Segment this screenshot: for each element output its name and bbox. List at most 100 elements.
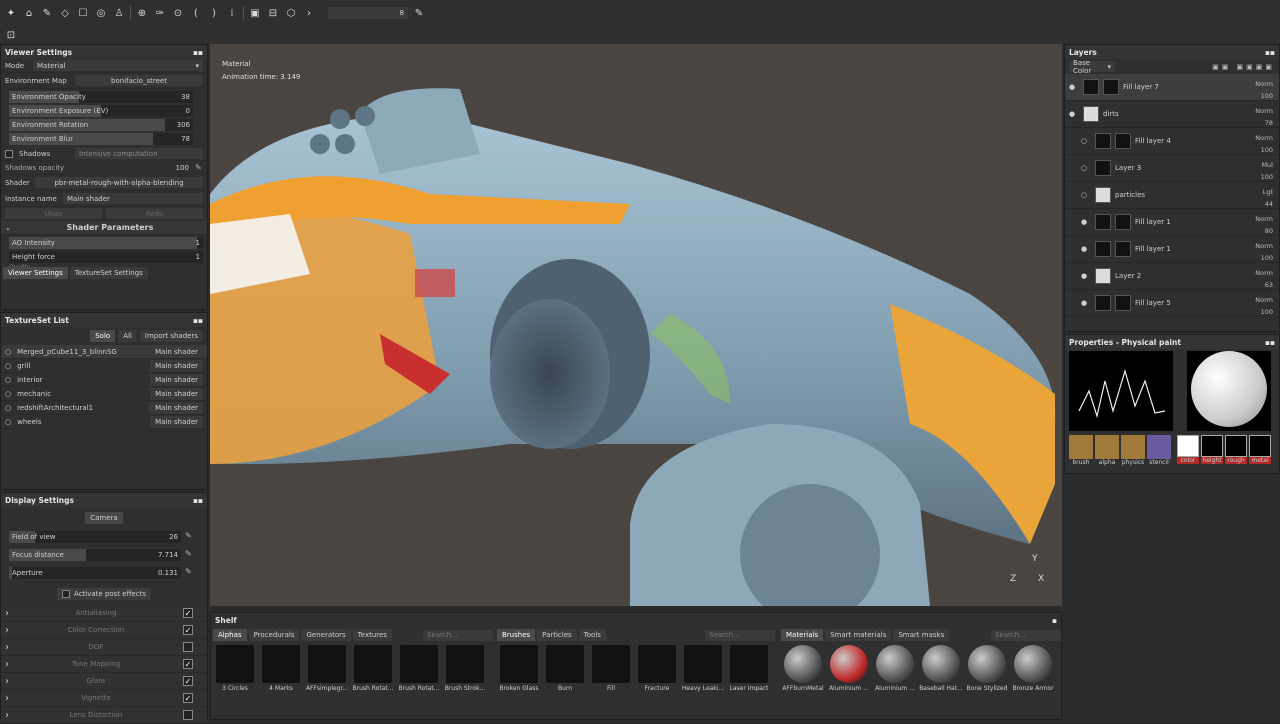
shelf-tab[interactable]: Alphas bbox=[213, 629, 247, 641]
shadows-field[interactable]: Intensive computation bbox=[75, 148, 203, 159]
shelf-item[interactable]: Broken Glass bbox=[497, 645, 541, 692]
eye-icon[interactable]: ○ bbox=[1081, 137, 1091, 145]
grid-icon[interactable]: ⁞ bbox=[225, 6, 239, 20]
effect-row[interactable]: › Lens Distortion bbox=[1, 707, 207, 724]
shader-assign[interactable]: Main shader bbox=[150, 415, 203, 428]
shelf-tab[interactable]: Smart materials bbox=[825, 629, 892, 641]
layer-row[interactable]: ● Fill layer 1 Norm 80 bbox=[1065, 209, 1279, 236]
channel-dropdown[interactable]: Base Color ▾ bbox=[1069, 59, 1115, 75]
camera-button[interactable]: Camera bbox=[85, 512, 123, 524]
close-icon[interactable]: ▪▪ bbox=[1265, 48, 1275, 57]
layer-row[interactable]: ● Fill layer 1 Norm 100 bbox=[1065, 236, 1279, 263]
edit-icon[interactable]: ✎ bbox=[185, 532, 193, 540]
close-icon[interactable]: ▪▪ bbox=[193, 316, 203, 325]
effect-row[interactable]: › DOF bbox=[1, 639, 207, 656]
close-icon[interactable]: ▪▪ bbox=[1265, 338, 1275, 347]
channel-slot[interactable]: rough bbox=[1225, 435, 1247, 464]
property-slot[interactable]: stencil bbox=[1147, 435, 1171, 466]
symmetry-icon[interactable]: ⊙ bbox=[171, 6, 185, 20]
display-slider[interactable]: Field of view 26 bbox=[9, 531, 181, 543]
property-slot[interactable]: brush bbox=[1069, 435, 1093, 466]
shelf-tab[interactable]: Procedurals bbox=[248, 629, 300, 641]
bracket-right-icon[interactable]: ) bbox=[207, 6, 221, 20]
search-input[interactable]: Search... bbox=[991, 629, 1061, 641]
bracket-left-icon[interactable]: ( bbox=[189, 6, 203, 20]
shader-field[interactable]: pbr-metal-rough-with-alpha-blending bbox=[35, 177, 203, 188]
shader-assign[interactable]: Main shader bbox=[150, 401, 203, 414]
layer-row[interactable]: ● Layer 2 Norm 63 bbox=[1065, 263, 1279, 290]
layer-row[interactable]: ○ Fill layer 4 Norm 100 bbox=[1065, 128, 1279, 155]
shader-assign[interactable]: Main shader bbox=[150, 387, 203, 400]
blend-mode[interactable]: Norm bbox=[1255, 267, 1273, 279]
effect-checkbox[interactable]: ✓ bbox=[183, 659, 193, 669]
cube-icon[interactable]: ⬡ bbox=[284, 6, 298, 20]
shelf-item[interactable]: Fill bbox=[589, 645, 633, 692]
effect-checkbox[interactable] bbox=[183, 710, 193, 720]
eye-icon[interactable]: ● bbox=[1081, 272, 1091, 280]
radio-icon[interactable]: ○ bbox=[5, 418, 11, 426]
env-map-field[interactable]: bonifacio_street bbox=[75, 75, 203, 86]
smudge-icon[interactable]: ☐ bbox=[76, 6, 90, 20]
radio-icon[interactable]: ○ bbox=[5, 348, 11, 356]
redo-button[interactable]: Redo bbox=[106, 208, 203, 219]
eye-icon[interactable]: ○ bbox=[1081, 164, 1091, 172]
close-icon[interactable]: ▪▪ bbox=[193, 496, 203, 505]
textureset-item[interactable]: ○ wheels Main shader bbox=[1, 415, 207, 429]
shadows-checkbox[interactable] bbox=[5, 149, 13, 158]
layer-actions-icons[interactable]: ▣▣ ▣▣▣▣ bbox=[1212, 63, 1275, 71]
property-slot[interactable]: physics bbox=[1121, 435, 1145, 466]
shelf-item[interactable]: Aluminium ... bbox=[827, 645, 871, 692]
shelf-tab[interactable]: Tools bbox=[578, 629, 606, 641]
shelf-tab[interactable]: Particles bbox=[537, 629, 577, 641]
shelf-item[interactable]: Heavy Leaki... bbox=[681, 645, 725, 692]
polygon-fill-icon[interactable]: ◇ bbox=[58, 6, 72, 20]
shelf-item[interactable]: Aluminium ... bbox=[873, 645, 917, 692]
shader-assign[interactable]: Main shader bbox=[150, 359, 203, 372]
display-slider[interactable]: Focus distance 7.714 bbox=[9, 549, 181, 561]
shelf-item[interactable]: Brush Rotat... bbox=[397, 645, 441, 692]
clone-icon[interactable]: ◎ bbox=[94, 6, 108, 20]
eye-icon[interactable]: ● bbox=[1069, 83, 1079, 91]
camera-icon[interactable]: ▣ bbox=[248, 6, 262, 20]
radio-icon[interactable]: ○ bbox=[5, 390, 11, 398]
textureset-item[interactable]: ○ grill Main shader bbox=[1, 359, 207, 373]
layer-row[interactable]: ○ Layer 3 Mul 100 bbox=[1065, 155, 1279, 182]
shelf-item[interactable]: Baseball Hat... bbox=[919, 645, 963, 692]
3d-viewport[interactable]: Material Animation time: 3.149 Y Z X bbox=[210, 44, 1062, 606]
shelf-tab[interactable]: Generators bbox=[301, 629, 351, 641]
textureset-item[interactable]: ○ mechanic Main shader bbox=[1, 387, 207, 401]
lasso-icon[interactable]: ✑ bbox=[153, 6, 167, 20]
effect-row[interactable]: › Glare ✓ bbox=[1, 673, 207, 690]
chevron-icon[interactable]: › bbox=[302, 6, 316, 20]
property-slot[interactable]: alpha bbox=[1095, 435, 1119, 466]
effect-checkbox[interactable]: ✓ bbox=[183, 693, 193, 703]
shelf-item[interactable]: AFFburnMetal bbox=[781, 645, 825, 692]
blend-mode[interactable]: Norm bbox=[1255, 132, 1273, 144]
env-slider[interactable]: Environment Opacity 38 bbox=[9, 91, 193, 103]
eye-icon[interactable]: ● bbox=[1069, 110, 1079, 118]
shadows-opacity-value[interactable]: 100 bbox=[176, 164, 189, 172]
effect-row[interactable]: › Antialiasing ✓ bbox=[1, 605, 207, 622]
env-slider[interactable]: Environment Rotation 306 bbox=[9, 119, 193, 131]
picker-icon[interactable]: ♙ bbox=[112, 6, 126, 20]
solo-button[interactable]: Solo bbox=[90, 330, 116, 342]
shelf-tab[interactable]: Smart masks bbox=[893, 629, 950, 641]
tab-viewer-settings[interactable]: Viewer Settings bbox=[3, 267, 68, 279]
blend-mode[interactable]: Mul bbox=[1261, 159, 1273, 171]
effect-row[interactable]: › Tone Mapping ✓ bbox=[1, 656, 207, 673]
shader-assign[interactable]: Main shader bbox=[150, 345, 203, 358]
eraser-icon[interactable]: ⌂ bbox=[22, 6, 36, 20]
blend-mode[interactable]: Norm bbox=[1255, 213, 1273, 225]
channel-slot[interactable]: height bbox=[1201, 435, 1223, 464]
shelf-item[interactable]: Bone Stylized bbox=[965, 645, 1009, 692]
blend-mode[interactable]: Norm bbox=[1255, 294, 1273, 306]
post-effects-button[interactable]: Activate post effects bbox=[57, 588, 151, 600]
shelf-item[interactable]: Brush Strok... bbox=[443, 645, 487, 692]
radio-icon[interactable]: ○ bbox=[5, 362, 11, 370]
eye-icon[interactable]: ○ bbox=[1081, 191, 1091, 199]
edit-icon[interactable]: ✎ bbox=[185, 568, 193, 576]
close-icon[interactable]: ▪ bbox=[1052, 616, 1057, 625]
radio-icon[interactable]: ○ bbox=[5, 376, 11, 384]
shader-assign[interactable]: Main shader bbox=[150, 373, 203, 386]
effect-row[interactable]: › Color Correction ✓ bbox=[1, 622, 207, 639]
